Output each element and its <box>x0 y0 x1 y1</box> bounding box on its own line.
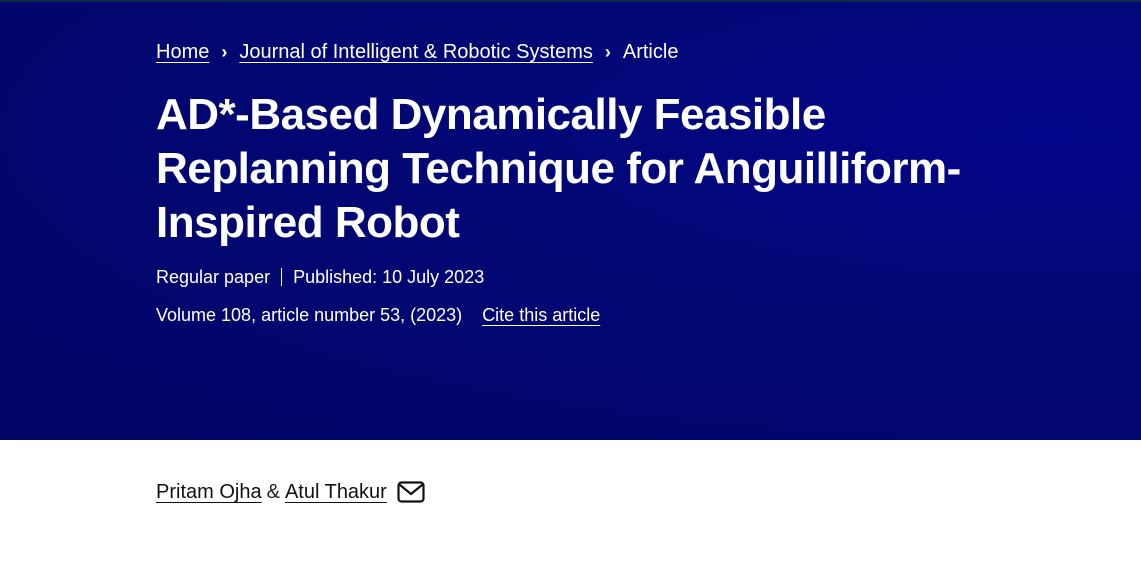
article-volume-row: Volume 108, article number 53, (2023) Ci… <box>156 302 1076 328</box>
meta-divider <box>281 268 283 286</box>
author-list: Pritam Ojha & Atul Thakur <box>156 478 425 506</box>
article-hero: Home › Journal of Intelligent & Robotic … <box>0 2 1141 440</box>
published-date: Published: 10 July 2023 <box>293 267 485 287</box>
breadcrumb-home-link[interactable]: Home <box>156 38 209 66</box>
author-link[interactable]: Atul Thakur <box>285 478 387 506</box>
author-link[interactable]: Pritam Ojha <box>156 478 262 506</box>
breadcrumb-journal-link[interactable]: Journal of Intelligent & Robotic Systems <box>239 38 593 66</box>
author-separator: & <box>266 481 280 503</box>
breadcrumb: Home › Journal of Intelligent & Robotic … <box>156 38 1076 66</box>
chevron-right-icon: › <box>604 42 611 62</box>
volume-info: Volume 108, article number 53, (2023) <box>156 305 463 325</box>
article-type: Regular paper <box>156 267 271 287</box>
breadcrumb-current: Article <box>622 41 679 63</box>
hero-content: Home › Journal of Intelligent & Robotic … <box>156 38 1076 328</box>
chevron-right-icon: › <box>221 42 228 62</box>
mail-icon[interactable] <box>397 481 425 503</box>
page-title: AD*-Based Dynamically Feasible Replannin… <box>156 90 961 247</box>
cite-article-link[interactable]: Cite this article <box>482 302 600 328</box>
article-meta: Regular paper Published: 10 July 2023 <box>156 264 1076 290</box>
